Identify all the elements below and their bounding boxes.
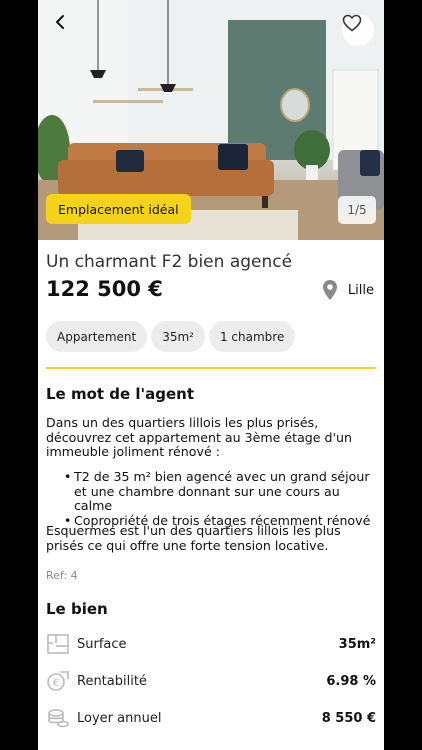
annual-rent-value: 8 550 € xyxy=(321,710,376,726)
agent-intro: Dans un des quartiers lillois les plus p… xyxy=(46,415,352,459)
listing-price: 122 500 € xyxy=(46,277,163,301)
heart-outline-icon xyxy=(342,14,362,32)
photo-counter: 1/5 xyxy=(338,196,376,224)
agent-heading: Le mot de l'agent xyxy=(46,385,195,403)
list-item: T2 de 35 m² bien agencé avec un grand sé… xyxy=(64,469,378,514)
yield-value: 6.98 % xyxy=(326,673,376,689)
property-row-surface: Surface 35m² xyxy=(46,630,376,658)
property-row-annual-rent: Loyer annuel 8 550 € xyxy=(46,704,376,732)
floor-plan-icon xyxy=(46,632,70,656)
city-label: Lille xyxy=(347,282,374,298)
euro-growth-icon: € xyxy=(46,669,70,693)
chevron-left-icon xyxy=(56,15,64,29)
back-button[interactable] xyxy=(52,14,80,42)
highlight-tag: Emplacement idéal xyxy=(46,194,191,224)
chip-property-type: Appartement xyxy=(46,321,148,352)
surface-label: Surface xyxy=(77,636,127,652)
property-row-yield: € Rentabilité 6.98 % xyxy=(46,667,376,695)
location-pin-icon xyxy=(322,280,337,300)
chip-area: 35m² xyxy=(151,321,205,352)
agent-outro: Esquermes est l'un des quartiers lillois… xyxy=(46,523,341,553)
favorite-button[interactable] xyxy=(342,14,374,46)
property-heading: Le bien xyxy=(46,600,108,618)
listing-title: Un charmant F2 bien agencé xyxy=(46,252,293,272)
yield-label: Rentabilité xyxy=(77,673,147,689)
svg-text:€: € xyxy=(53,678,59,689)
coins-stack-icon xyxy=(46,706,70,730)
surface-value: 35m² xyxy=(338,636,376,652)
reference-number: Ref: 4 xyxy=(46,569,78,582)
photo-carousel[interactable]: Emplacement idéal 1/5 xyxy=(38,0,384,240)
feature-chips: Appartement 35m² 1 chambre xyxy=(46,321,296,352)
chip-bedrooms: 1 chambre xyxy=(208,321,296,352)
annual-rent-label: Loyer annuel xyxy=(77,710,162,726)
agent-bullets: T2 de 35 m² bien agencé avec un grand sé… xyxy=(64,469,378,528)
listing-screen: Emplacement idéal 1/5 Un charmant F2 bie… xyxy=(38,0,384,750)
section-divider xyxy=(46,367,376,369)
location[interactable]: Lille xyxy=(322,279,374,301)
